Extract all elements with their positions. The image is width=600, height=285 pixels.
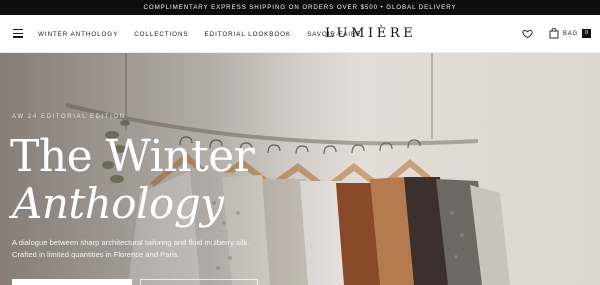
bag-count-badge: 0 (582, 29, 592, 38)
hero-secondary-button[interactable] (140, 279, 258, 285)
brand-logo[interactable]: LUMIÈRE (325, 15, 416, 53)
site-header: WINTER ANTHOLOGY COLLECTIONS EDITORIAL L… (0, 15, 600, 53)
hero-description: A dialogue between sharp architectural t… (12, 238, 250, 259)
hero-kicker: AW 24 EDITORIAL EDITION (12, 114, 126, 120)
nav-item-collections[interactable]: COLLECTIONS (134, 31, 188, 38)
bag-button[interactable]: BAG 0 (549, 27, 592, 40)
nav-item-winter-anthology[interactable]: WINTER ANTHOLOGY (38, 31, 118, 38)
hero-title-line2: Anthology (12, 179, 224, 228)
nav-item-editorial-lookbook[interactable]: EDITORIAL LOOKBOOK (205, 31, 292, 38)
hero-title-line1: The Winter (10, 131, 255, 182)
shopping-bag-icon (549, 28, 559, 39)
hero-primary-button[interactable] (12, 279, 132, 285)
bag-label: BAG (563, 30, 579, 37)
hero-section: AW 24 EDITORIAL EDITION The Winter Antho… (0, 53, 600, 285)
announcement-bar: COMPLIMENTARY EXPRESS SHIPPING ON ORDERS… (0, 0, 600, 15)
hamburger-menu-icon[interactable] (13, 29, 23, 38)
heart-icon[interactable] (522, 28, 533, 39)
